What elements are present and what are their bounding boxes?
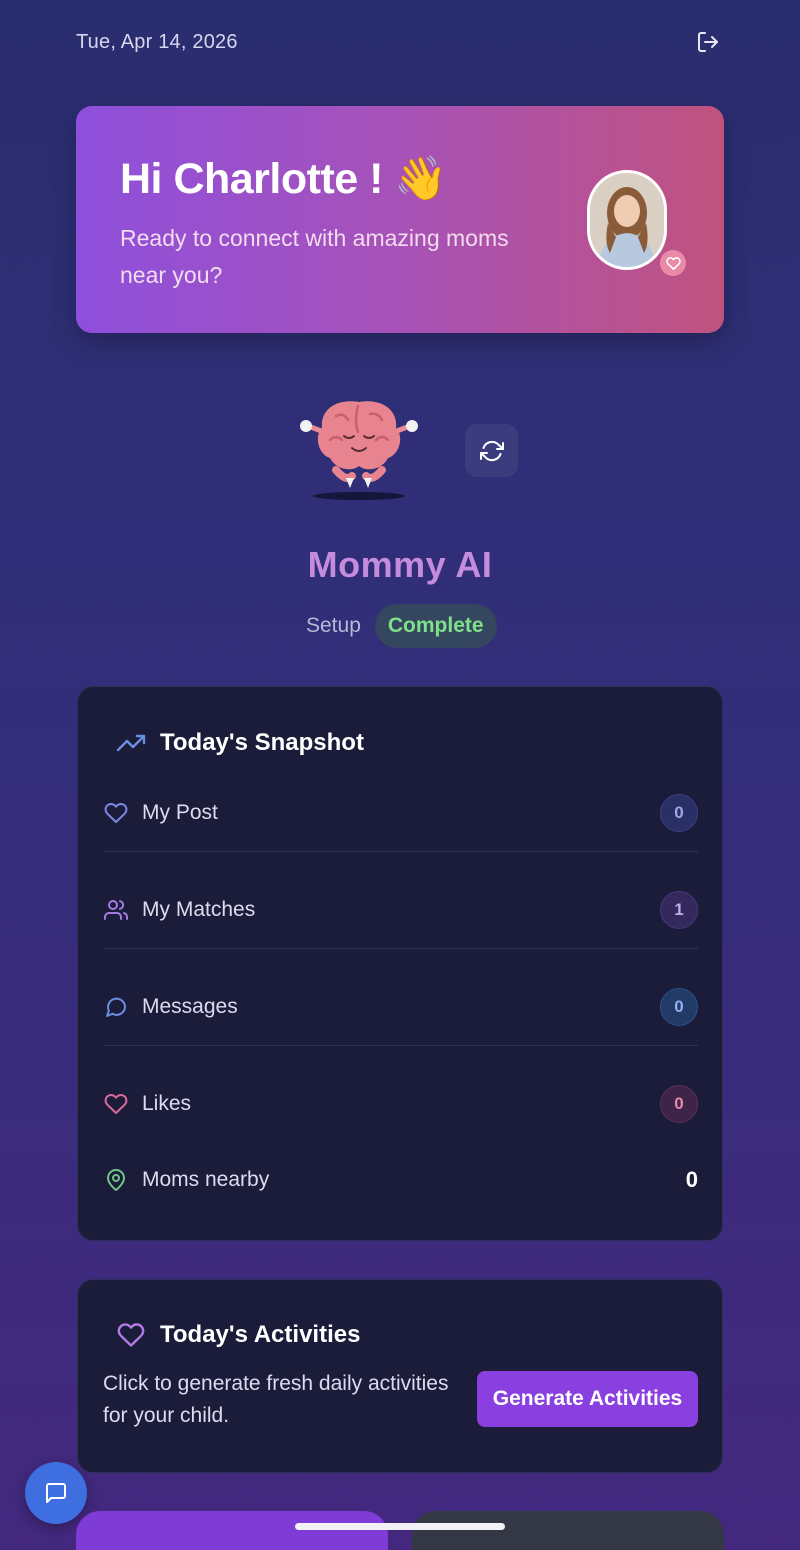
row-label: Likes [142,1091,192,1115]
refresh-button[interactable] [465,424,518,477]
count-badge: 0 [660,987,698,1026]
row-label: Moms nearby [142,1167,270,1191]
count-badge: 1 [660,890,698,929]
divider [103,1045,698,1046]
setup-status: Setup Complete [306,604,497,648]
row-label: My Matches [142,897,256,921]
chat-icon [46,1483,66,1503]
heart-icon [104,1093,128,1114]
snapshot-title: Today's Snapshot [160,729,364,756]
count-badge: 0 [660,793,698,832]
snapshot-row-my-matches[interactable]: My Matches 1 [103,861,698,958]
heart-icon [117,1323,145,1347]
brain-mascot-icon [300,401,418,500]
snapshot-header: Today's Snapshot [116,729,364,757]
snapshot-row-my-post[interactable]: My Post 0 [103,764,698,861]
heart-icon [104,802,128,823]
bottom-tab-right[interactable] [412,1511,724,1550]
activities-description: Click to generate fresh daily activities… [103,1372,449,1427]
heart-badge [660,250,686,276]
trending-up-icon [116,734,146,752]
greeting-heading: Hi Charlotte ! 👋 [120,155,448,203]
snapshot-card: Today's Snapshot My Post 0 My Matches 1 … [77,686,723,1241]
row-label: My Post [142,800,218,824]
avatar[interactable] [587,170,667,270]
greeting-subtitle: Ready to connect with amazing moms near … [120,225,509,288]
profile-photo [590,173,664,267]
heart-icon [665,256,681,270]
activities-title: Today's Activities [160,1321,361,1348]
status-badge: Complete [374,604,497,648]
setup-label: Setup [306,614,361,637]
users-icon [104,899,128,920]
row-label: Messages [142,994,238,1018]
generate-activities-button[interactable]: Generate Activities [477,1371,698,1427]
divider [103,948,698,949]
message-icon [106,997,127,1017]
date-label: Tue, Apr 14, 2026 [76,30,238,53]
logout-button[interactable] [692,26,724,58]
snapshot-row-moms-nearby[interactable]: Moms nearby 0 [103,1131,698,1228]
activities-header: Today's Activities [116,1321,360,1349]
logout-icon [698,32,718,52]
activities-card: Today's Activities Click to generate fre… [77,1279,723,1473]
snapshot-row-messages[interactable]: Messages 0 [103,958,698,1055]
count-badge: 0 [660,1084,698,1123]
ai-name: Mommy AI [307,544,493,585]
bottom-tab-left[interactable] [76,1511,388,1550]
top-bar: Tue, Apr 14, 2026 [76,28,724,56]
count-value: 0 [685,1166,698,1192]
divider [103,851,698,852]
home-indicator [295,1523,505,1530]
refresh-icon [479,440,504,461]
welcome-card: Hi Charlotte ! 👋 Ready to connect with a… [76,106,724,333]
chat-button[interactable] [25,1462,87,1524]
map-pin-icon [107,1168,125,1191]
